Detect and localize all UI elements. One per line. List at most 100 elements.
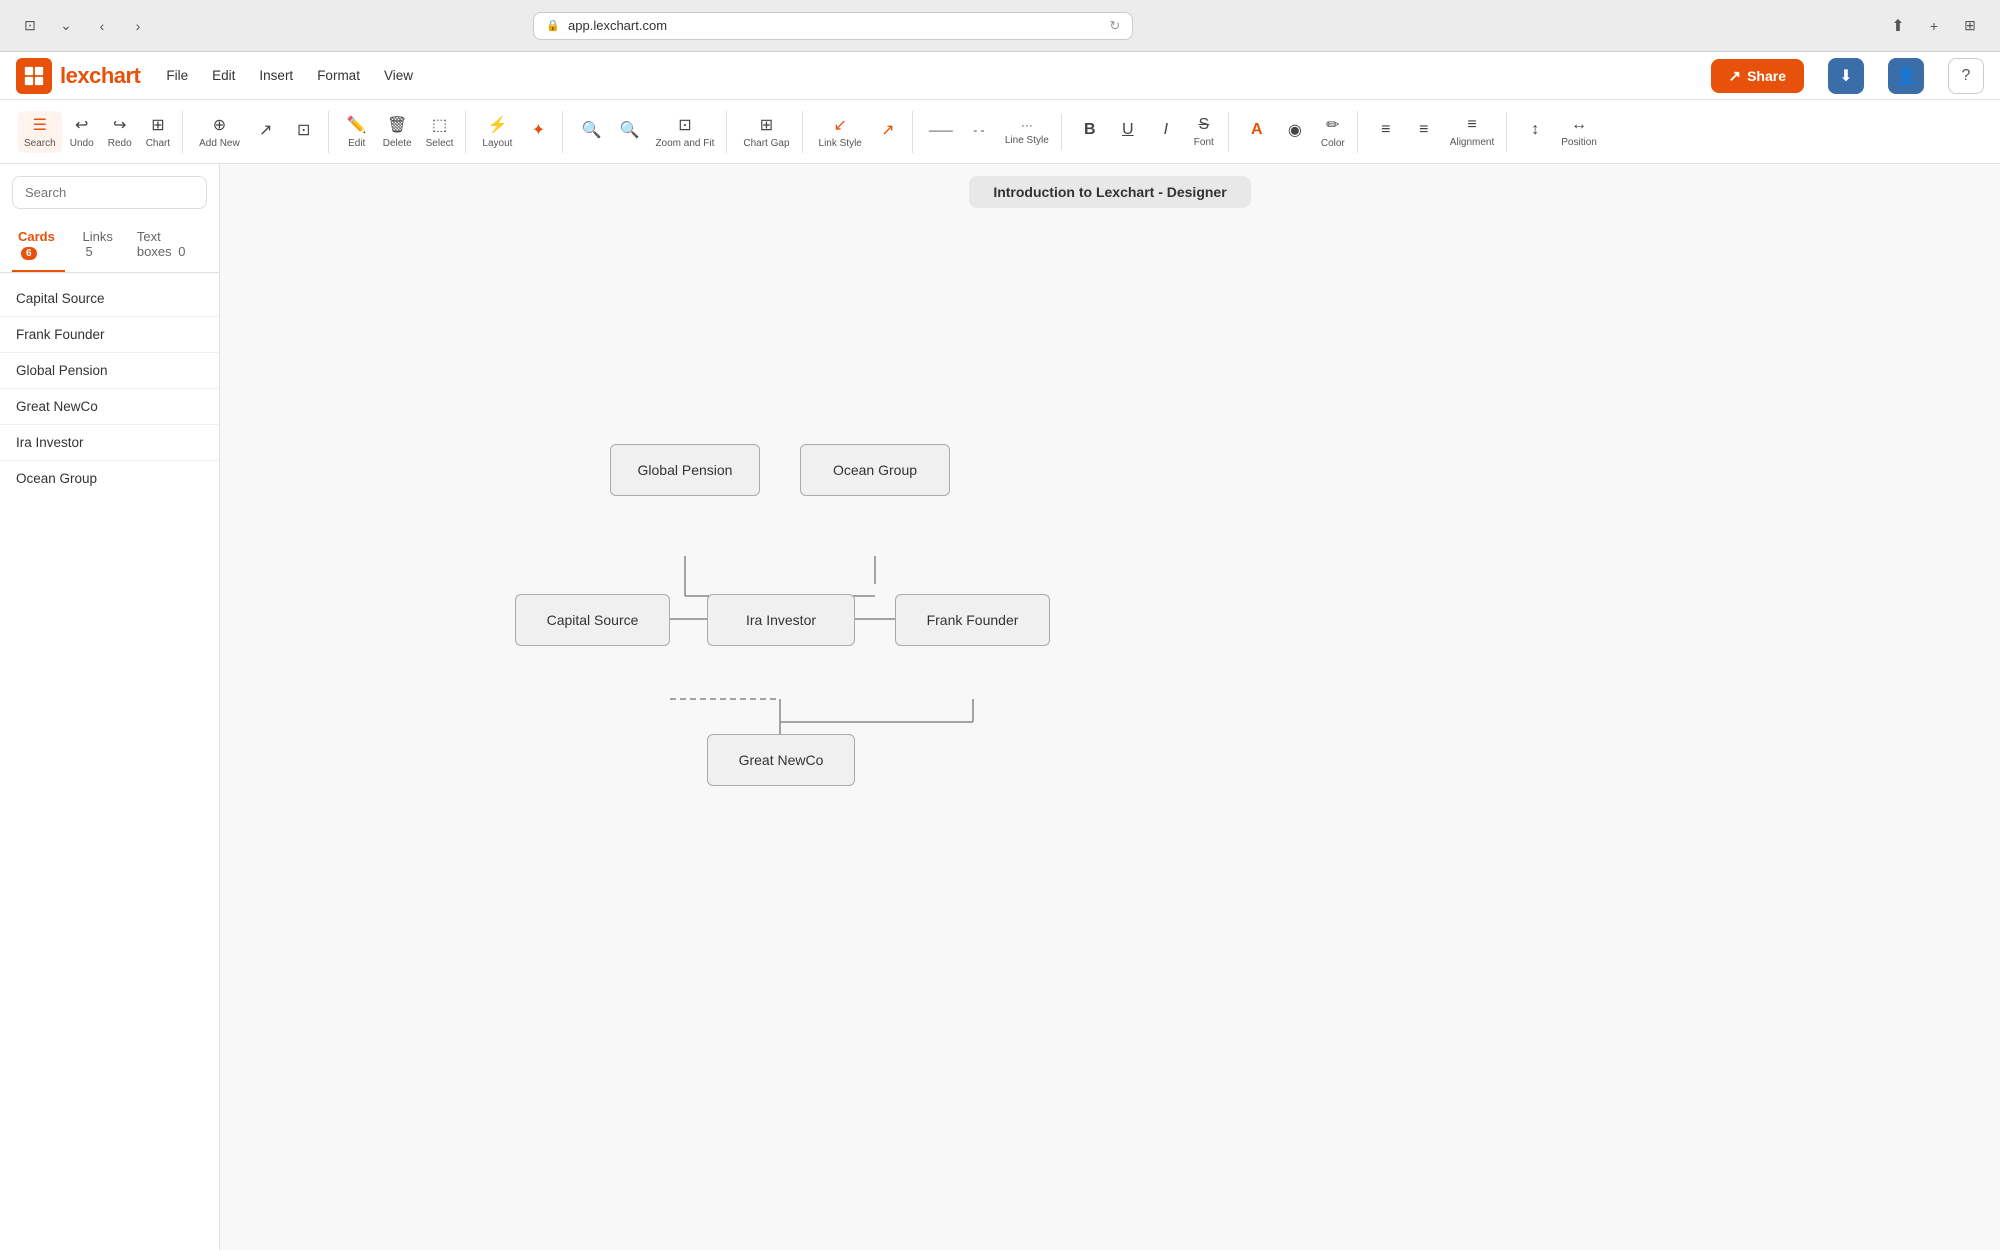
- line-dotted-button[interactable]: ··· Line Style: [999, 114, 1055, 150]
- select-button[interactable]: ⬚ Select: [420, 111, 460, 153]
- tabs-button[interactable]: ⊞: [1956, 12, 1984, 40]
- node-frank-founder[interactable]: Frank Founder: [895, 594, 1050, 646]
- canvas-area[interactable]: Introduction to Lexchart - Designer: [220, 164, 2000, 1250]
- delete-button[interactable]: 🗑 Delete: [377, 111, 418, 153]
- select-label: Select: [426, 138, 454, 149]
- layout-label: Layout: [482, 138, 512, 149]
- canvas-title-bar: Introduction to Lexchart - Designer: [220, 164, 2000, 220]
- layout2-icon: ✦: [532, 120, 545, 140]
- underline-button[interactable]: U: [1110, 117, 1146, 146]
- tab-links[interactable]: Links 5: [77, 221, 119, 272]
- connect-button[interactable]: ↗: [248, 116, 284, 147]
- connect-icon: ↗: [259, 120, 272, 140]
- chart-button[interactable]: ⊞ Chart: [140, 111, 176, 153]
- browser-actions: ⬆ + ⊞: [1884, 12, 1984, 40]
- toolbar-group-edit: ✏️ Edit 🗑 Delete ⬚ Select: [333, 111, 467, 153]
- profile-button[interactable]: 👤: [1888, 58, 1924, 94]
- fill-color-button[interactable]: ◉: [1277, 116, 1313, 147]
- italic-button[interactable]: I: [1148, 117, 1184, 146]
- font-color-button[interactable]: A: [1239, 117, 1275, 146]
- chart-gap-button[interactable]: ⊞ Chart Gap: [737, 111, 795, 153]
- menu-view[interactable]: View: [382, 64, 415, 87]
- sidebar-item-capital-source[interactable]: Capital Source: [0, 281, 219, 317]
- align-center-button[interactable]: ≡: [1406, 117, 1442, 146]
- back-button[interactable]: ‹: [88, 12, 116, 40]
- node-great-newco-label: Great NewCo: [739, 752, 824, 768]
- textboxes-count: 0: [178, 244, 185, 259]
- link-style-button[interactable]: ↙ Link Style: [813, 111, 868, 153]
- underline-icon: U: [1122, 121, 1134, 139]
- sidebar-item-great-newco[interactable]: Great NewCo: [0, 389, 219, 425]
- node-ocean-group[interactable]: Ocean Group: [800, 444, 950, 496]
- reload-icon[interactable]: ↻: [1109, 18, 1120, 34]
- menu-edit[interactable]: Edit: [210, 64, 237, 87]
- menu-file[interactable]: File: [164, 64, 190, 87]
- link-style2-button[interactable]: ↗: [870, 116, 906, 147]
- node-frank-founder-label: Frank Founder: [927, 612, 1019, 628]
- node-ira-investor[interactable]: Ira Investor: [707, 594, 855, 646]
- sidebar-toggle-button[interactable]: ⊡: [16, 12, 44, 40]
- tab-textboxes[interactable]: Text boxes 0: [131, 221, 195, 272]
- stroke-color-button[interactable]: ✏ Color: [1315, 111, 1351, 153]
- browser-btn-chevron[interactable]: ⌄: [52, 12, 80, 40]
- redo-label: Redo: [108, 138, 132, 149]
- select-icon: ⬚: [432, 115, 447, 135]
- new-tab-button[interactable]: +: [1920, 12, 1948, 40]
- sidebar-item-global-pension[interactable]: Global Pension: [0, 353, 219, 389]
- logo-svg: [23, 65, 45, 87]
- align-right-button[interactable]: ≡ Alignment: [1444, 112, 1500, 152]
- search-toolbar-button[interactable]: ☰ Search: [18, 111, 62, 153]
- line-dotted-label: Line Style: [1005, 135, 1049, 146]
- zoom-out-button[interactable]: 🔍: [573, 116, 609, 147]
- browser-share-button[interactable]: ⬆: [1884, 12, 1912, 40]
- forward-button[interactable]: ›: [124, 12, 152, 40]
- pos-vertical-icon: ↕: [1531, 121, 1539, 139]
- font-color-icon: A: [1251, 121, 1263, 139]
- delete-label: Delete: [383, 138, 412, 149]
- toolbar-group-main: ☰ Search ↩ Undo ↪ Redo ⊞ Chart: [12, 111, 183, 153]
- connections-svg: [220, 164, 2000, 1250]
- strikethrough-button[interactable]: S Font: [1186, 112, 1222, 152]
- add-new-button[interactable]: ⊕ Add New: [193, 111, 246, 153]
- tab-cards[interactable]: Cards 6: [12, 221, 65, 272]
- pos-horizontal-button[interactable]: ↔ Position: [1555, 112, 1603, 152]
- add-new-icon: ⊕: [213, 115, 226, 135]
- sidebar-item-frank-founder[interactable]: Frank Founder: [0, 317, 219, 353]
- sidebar-item-ocean-group[interactable]: Ocean Group: [0, 461, 219, 496]
- toolbar-group-linkstyle: ↙ Link Style ↗: [807, 111, 913, 153]
- node-great-newco[interactable]: Great NewCo: [707, 734, 855, 786]
- line-solid-button[interactable]: ——: [923, 119, 959, 144]
- search-input[interactable]: [12, 176, 207, 209]
- zoom-fit-button[interactable]: ⊡ Zoom and Fit: [649, 111, 720, 153]
- menu-format[interactable]: Format: [315, 64, 362, 87]
- address-bar[interactable]: 🔒 app.lexchart.com ↻: [533, 12, 1133, 40]
- align-left-button[interactable]: ≡: [1368, 117, 1404, 146]
- link-style2-icon: ↗: [881, 120, 894, 140]
- sidebar-item-ira-investor[interactable]: Ira Investor: [0, 425, 219, 461]
- layout2-button[interactable]: ✦: [520, 116, 556, 147]
- pos-vertical-button[interactable]: ↕: [1517, 117, 1553, 146]
- browser-controls: ⊡ ⌄ ‹ ›: [16, 12, 152, 40]
- node-ira-investor-label: Ira Investor: [746, 612, 816, 628]
- sidebar-list: Capital Source Frank Founder Global Pens…: [0, 273, 219, 1250]
- node-global-pension[interactable]: Global Pension: [610, 444, 760, 496]
- undo-button[interactable]: ↩ Undo: [64, 111, 100, 153]
- edit-button[interactable]: ✏️ Edit: [339, 111, 375, 153]
- menu-insert[interactable]: Insert: [257, 64, 295, 87]
- zoom-fit-icon: ⊡: [678, 115, 691, 135]
- bold-button[interactable]: B: [1072, 117, 1108, 146]
- toolbar-group-position: ↕ ↔ Position: [1511, 112, 1609, 152]
- layout-icon: ⚡: [487, 115, 507, 135]
- logo-icon: [16, 58, 52, 94]
- share-button[interactable]: ↗ Share: [1711, 59, 1805, 93]
- download-button[interactable]: ⬇: [1828, 58, 1864, 94]
- help-button[interactable]: ?: [1948, 58, 1984, 94]
- line-dashed-button[interactable]: - -: [961, 119, 997, 144]
- layout-button[interactable]: ⚡ Layout: [476, 111, 518, 153]
- redo-button[interactable]: ↪ Redo: [102, 111, 138, 153]
- cards-badge: 6: [21, 247, 37, 260]
- lock-icon: 🔒: [546, 19, 560, 32]
- node-capital-source[interactable]: Capital Source: [515, 594, 670, 646]
- area-select-button[interactable]: ⊡: [286, 116, 322, 147]
- zoom-in-button[interactable]: 🔍: [611, 116, 647, 147]
